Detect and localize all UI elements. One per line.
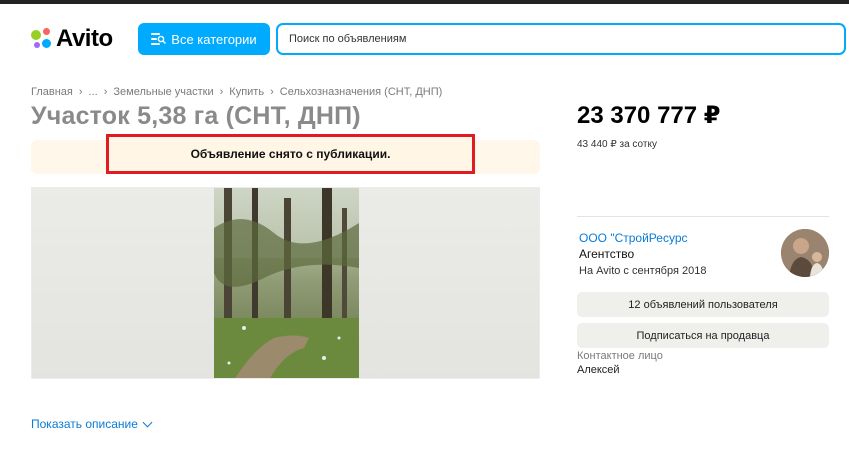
search-input[interactable]: Поиск по объявлениям [276,23,846,55]
seller-since: На Avito с сентября 2018 [579,265,707,277]
removed-notice-text: Объявление снято с публикации. [190,147,391,161]
breadcrumb-separator-icon: › [78,86,83,98]
contact-person-label: Контактное лицо [577,350,663,362]
breadcrumb-item-agricultural[interactable]: Сельхозназначения (СНТ, ДНП) [280,86,443,98]
contact-person-name: Алексей [577,364,620,376]
seller-name-link[interactable]: ООО "СтройРесурс [579,231,688,245]
seller-ads-label: 12 объявлений пользователя [628,298,778,311]
subscribe-seller-button[interactable]: Подписаться на продавца [577,323,829,348]
logo-dots-icon [31,28,53,50]
subscribe-seller-label: Подписаться на продавца [636,329,770,342]
chevron-down-icon [142,417,153,427]
breadcrumb-item-home[interactable]: Главная [31,86,73,98]
breadcrumb: Главная › ... › Земельные участки › Купи… [31,86,442,98]
top-strip [0,0,849,4]
price-total: 23 370 777 ₽ [577,102,721,129]
breadcrumb-item-buy[interactable]: Купить [229,86,264,98]
breadcrumb-item-land[interactable]: Земельные участки [113,86,213,98]
photo-gallery[interactable] [31,187,540,379]
avatar[interactable] [781,229,829,277]
seller-ads-button[interactable]: 12 объявлений пользователя [577,292,829,317]
search-placeholder: Поиск по объявлениям [289,33,407,45]
gallery-blur-right [359,188,539,378]
show-description-label: Показать описание [31,417,138,431]
breadcrumb-separator-icon: › [103,86,108,98]
breadcrumb-separator-icon: › [270,86,274,98]
seller-divider [577,216,829,217]
breadcrumb-separator-icon: › [219,86,224,98]
page-title: Участок 5,38 га (СНТ, ДНП) [31,102,361,130]
listing-photo[interactable] [214,188,359,378]
logo-text: Avito [56,25,113,52]
removed-notice: Объявление снято с публикации. [106,134,475,174]
price-per-sotka: 43 440 ₽ за сотку [577,139,657,150]
all-categories-label: Все категории [171,31,257,47]
avito-logo[interactable]: Avito [31,25,113,52]
breadcrumb-item-ellipsis[interactable]: ... [89,86,98,98]
categories-menu-icon [151,33,167,45]
seller-type: Агентство [579,247,635,261]
gallery-blur-left [32,188,214,378]
show-description-link[interactable]: Показать описание [31,417,153,431]
all-categories-button[interactable]: Все категории [138,23,270,55]
